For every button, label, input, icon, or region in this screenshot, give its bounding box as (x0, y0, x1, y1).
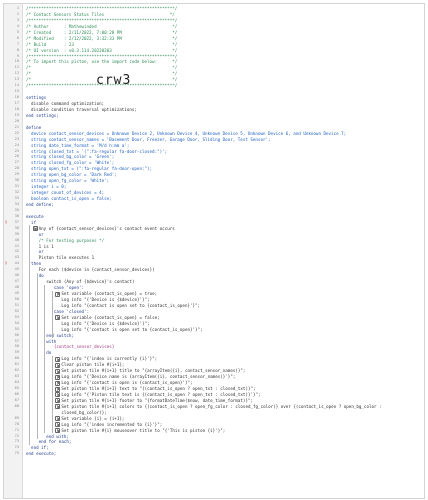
code-text: Clear piston tile #{i+1}; (61, 362, 125, 368)
code-text: do (46, 350, 52, 356)
code-text: end define; (26, 201, 54, 207)
code-text: end with; (46, 433, 69, 439)
code-editor-panel: 1/**************************************… (3, 3, 425, 499)
code-text: string closed_txt = '(":fa-regular fa-do… (31, 148, 168, 154)
code-text: {contact_sensor_devices} (53, 344, 115, 350)
piston-code: 1/**************************************… (4, 6, 424, 498)
block-guide (51, 356, 53, 434)
code-text: /***************************************… (26, 53, 178, 59)
code-text: /***************************************… (26, 17, 178, 23)
statement-select-icon[interactable] (55, 315, 61, 321)
code-text: settings (26, 95, 47, 101)
code-text: /* Contact Sensors Status Tiles */ (26, 11, 175, 17)
code-text: string closed_fg_color = 'White'; (31, 160, 115, 166)
code-text: /* UI version : v0.3.114.20220203 */ (26, 47, 178, 53)
code-text: /* To import this piston, use the import… (26, 59, 178, 65)
code-line[interactable]: 75 end execute; (4, 451, 424, 457)
code-text: end for each; (38, 439, 72, 445)
block-guide (36, 272, 38, 440)
statement-select-icon[interactable] (55, 416, 61, 422)
statement-select-icon[interactable] (55, 291, 61, 297)
code-text: /* Build : 23 */ (26, 41, 178, 47)
code-text: disable condition traversal optimization… (31, 106, 137, 112)
code-text: Set piston tile #{i+1} text to "{(contac… (61, 386, 256, 391)
code-text: Set piston tile #{i+1} colors to {(conta… (61, 403, 382, 409)
code-text: case 'open': (53, 285, 85, 291)
block-guide (51, 290, 53, 339)
code-text: end settings; (26, 112, 59, 118)
code-text: Log info "{'Device is {$device}'}"; (61, 296, 150, 302)
code-text: /* */ (26, 65, 178, 71)
code-text: Piston tile executes 1 (38, 255, 95, 261)
statement-select-icon[interactable] (55, 374, 61, 380)
code-text: string contact_sensor_names = 'Basement … (31, 136, 271, 142)
code-text: Any of {contact_sensor_devices}'s contac… (38, 225, 175, 231)
code-text: then (31, 261, 42, 267)
code-text: 1 is 1 (38, 243, 54, 249)
code-text: end if; (31, 445, 49, 451)
code-text: disable command optimization; (31, 101, 105, 106)
code-text: Log info "{'contact is open is {contact_… (61, 380, 193, 386)
code-text: string closed_bg_color = 'Green'; (31, 154, 115, 160)
code-text: Set variable {i} = {i+1}; (61, 415, 125, 421)
code-text: case 'closed': (53, 308, 90, 314)
statement-select-icon[interactable] (55, 386, 61, 392)
code-text: Set piston tile #{i+1} footer to "{forma… (61, 397, 254, 403)
code-text: execute (26, 213, 44, 219)
code-text: or (38, 249, 44, 255)
code-text: device contact_sensor_devices = Unknown … (31, 130, 347, 136)
code-text: integer count_of_devices = 4; (31, 190, 105, 196)
code-text: /* Modified : 2/12/2022, 3:32:33 PM */ (26, 35, 178, 41)
statement-select-icon[interactable] (32, 226, 38, 232)
code-text: closed_bg_color)}; (61, 409, 107, 415)
code-text: Set piston tile #{i} mouseover title to … (61, 427, 226, 433)
code-text: Log info "{'contact is open set to {cont… (61, 326, 203, 332)
code-text: Log info "{'Piston tile text is {(contac… (61, 391, 261, 397)
code-text: For each ($device in {contact_sensor_dev… (38, 267, 155, 273)
code-text: end execute; (26, 451, 57, 457)
code-text: string open_bg_color = 'Dark Red'; (31, 172, 117, 178)
code-text: Log info "{contact is open set to {conta… (61, 302, 201, 308)
code-text: or (38, 231, 44, 237)
code-text: string open_txt = (":fa-regular fa-door-… (31, 166, 153, 172)
statement-select-icon[interactable] (55, 428, 61, 434)
code-text: Set variable {contact_is_open} = true; (61, 291, 158, 296)
code-text: /* Created : 2/11/2022, 7:00:28 PM */ (26, 29, 178, 35)
code-text: string date_time_format = 'M/d h:mm a'; (31, 142, 130, 148)
code-text: Log info "{'Device is {$device}'}"; (61, 320, 150, 326)
code-text: /* For testing purposes */ (38, 237, 105, 243)
line-number: 75 (14, 451, 19, 456)
code-text: end switch; (46, 332, 74, 338)
block-guide (44, 284, 46, 434)
code-text: define (26, 124, 42, 130)
statement-select-icon[interactable] (55, 368, 61, 374)
statement-select-icon[interactable] (55, 398, 61, 404)
code-text: Log info "{'index incremented to {i}'}"; (61, 421, 163, 427)
code-text: Set piston tile #{i+1} title to "{arrayI… (61, 368, 246, 374)
statement-select-icon[interactable] (55, 362, 61, 368)
statement-select-icon[interactable] (55, 404, 61, 410)
statement-select-icon[interactable] (55, 380, 61, 386)
code-text: if (31, 219, 37, 225)
code-text: Set variable {contact_is_open} = false; (61, 314, 160, 320)
code-text: switch (Any of {$device}'s contact) (46, 279, 135, 285)
statement-select-icon[interactable] (55, 392, 61, 398)
code-text: Log info "{'Device name is {arrayItem({i… (61, 374, 236, 380)
import-code[interactable]: crw3 (96, 73, 131, 88)
code-text: boolean contact_is_open = false; (31, 196, 112, 201)
code-text: string open_fg_color = 'White'; (31, 178, 110, 184)
code-text: /***************************************… (26, 6, 178, 11)
statement-select-icon[interactable] (55, 356, 61, 362)
block-guide (29, 225, 31, 446)
code-text: integer i = 0; (31, 184, 67, 190)
statement-select-icon[interactable] (55, 422, 61, 428)
code-text: Log info "{'index is currently {i}'}"; (61, 356, 158, 362)
code-text: do (38, 273, 44, 279)
code-text: with (46, 338, 57, 344)
code-text: /* Author : Mathewinded */ (26, 23, 178, 29)
